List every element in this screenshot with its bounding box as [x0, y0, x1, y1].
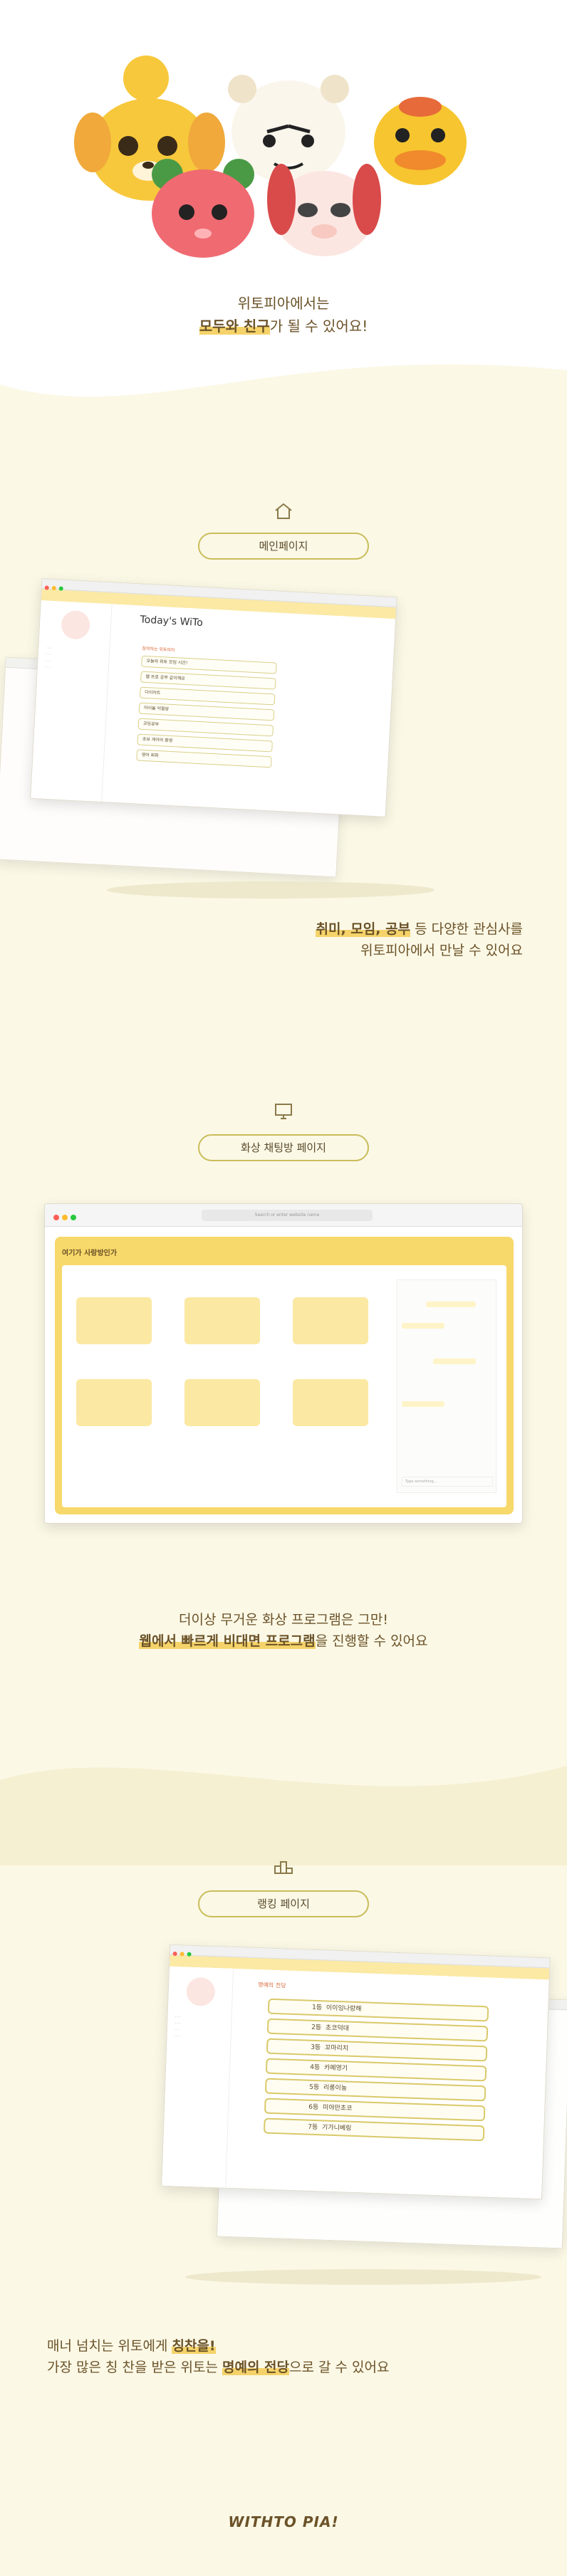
- video-chat-pill: 화상 채팅방 페이지: [198, 1134, 369, 1161]
- room-title: 여기가 사랑방인가: [62, 1250, 118, 1257]
- monitor-icon: [275, 1104, 292, 1119]
- video-tile: [184, 1297, 260, 1344]
- chat-message: [402, 1323, 444, 1329]
- video-caption-highlight: 웹에서 빠르게 비대면 프로그램: [139, 1633, 316, 1649]
- main-caption-line1: 취미, 모임, 공부 등 다양한 관심사를: [316, 918, 523, 940]
- video-tile: [293, 1379, 368, 1426]
- list-item[interactable]: 웹 프로 공부 같이해요: [140, 671, 276, 690]
- search-input[interactable]: Search or enter website name: [202, 1210, 373, 1221]
- list-item[interactable]: 오늘의 위토 모임 시간!: [141, 655, 277, 674]
- room-frame: 여기가 사랑방인가 Type something...: [55, 1237, 514, 1514]
- sidebar-item[interactable]: · · ·: [175, 2021, 231, 2028]
- ranking-caption-highlight: 칭찬을!: [172, 2338, 216, 2354]
- footer-logo: WITHTO PIA!: [228, 2513, 339, 2530]
- sidebar-item[interactable]: · · ·: [175, 2015, 231, 2021]
- ranking-caption-pre2: 가장 많은 칭 찬을 받은 위토는: [47, 2360, 222, 2375]
- video-tile: [293, 1297, 368, 1344]
- hero-line2: 모두와 친구가 될 수 있어요!: [0, 315, 567, 337]
- rank-name: 카페영기: [323, 2064, 348, 2073]
- rank-name: 이이잉나랑해: [326, 2004, 362, 2014]
- main-caption: 취미, 모임, 공부 등 다양한 관심사를 위토피아에서 만날 수 있어요: [316, 918, 523, 961]
- video-caption-line2: 웹에서 빠르게 비대면 프로그램을 진행할 수 있어요: [0, 1630, 567, 1652]
- chat-message: [402, 1401, 444, 1407]
- rank-number: 2등: [311, 2023, 322, 2032]
- rank-number: 7등: [308, 2123, 318, 2132]
- chat-panel: Type something...: [397, 1279, 496, 1493]
- window-controls[interactable]: [51, 1210, 76, 1223]
- ranking-browser: · · · · · · · · · · · · 명예의 전당 1등 이이잉나랑해…: [161, 1944, 551, 2200]
- chat-message: [426, 1302, 476, 1307]
- ranking-caption-pre: 매너 넘치는 위토에게: [47, 2338, 172, 2354]
- page-title: Today's WiTo: [140, 614, 204, 629]
- video-caption: 더이상 무거운 화상 프로그램은 그만! 웹에서 빠르게 비대면 프로그램을 진…: [0, 1609, 567, 1652]
- ranking-title: 명예의 전당: [258, 1981, 286, 1989]
- sidebar-item[interactable]: · · ·: [174, 2034, 230, 2041]
- list-item[interactable]: 다이어트: [139, 686, 276, 706]
- hero-wave-divider: [0, 364, 567, 441]
- hero-characters-illustration: [74, 56, 467, 258]
- ranking-caption: 매너 넘치는 위토에게 칭찬을! 가장 많은 칭 찬을 받은 위토는 명예의 전…: [47, 2335, 390, 2378]
- rank-number: 5등: [309, 2083, 320, 2092]
- main-caption-line2: 위토피아에서 만날 수 있어요: [360, 943, 523, 958]
- list-title: 참여하는 위토피아: [142, 646, 175, 654]
- chat-message: [433, 1358, 476, 1364]
- shadow-decoration: [185, 2269, 541, 2285]
- video-tile: [76, 1379, 152, 1426]
- video-tile: [76, 1297, 152, 1344]
- rank-name: 초코덕대: [325, 2024, 350, 2033]
- hero-tagline: 위토피아에서는 모두와 친구가 될 수 있어요!: [0, 292, 567, 337]
- ranking-sidebar: · · · · · · · · · · · ·: [162, 1966, 234, 2189]
- main-caption-highlight: 취미, 모임, 공부: [316, 921, 411, 937]
- sidebar-item[interactable]: · · ·: [175, 2028, 231, 2034]
- video-chat-browser: Search or enter website name 여기가 사랑방인가 T…: [44, 1203, 523, 1524]
- sidebar-item[interactable]: · · ·: [45, 666, 108, 674]
- hero-line1: 위토피아에서는: [237, 295, 330, 312]
- avatar: [60, 609, 90, 640]
- video-tile: [184, 1379, 260, 1426]
- avatar: [185, 1976, 215, 2007]
- ranking-caption-highlight2: 명예의 전당: [222, 2360, 290, 2375]
- rank-number: 4등: [310, 2063, 321, 2072]
- video-caption-rest: 을 진행할 수 있어요: [315, 1633, 428, 1649]
- hero-line2-rest: 가 될 수 있어요!: [269, 318, 368, 335]
- home-icon: [275, 503, 292, 519]
- rank-name: 미야만초코: [322, 2104, 353, 2112]
- rank-name: 기가니베링: [321, 2124, 352, 2132]
- ranking-wave-divider: [0, 1766, 567, 1865]
- rank-row[interactable]: 4등 카페영기: [265, 2058, 487, 2082]
- rank-name: 리롱이농: [323, 2084, 348, 2093]
- list-item[interactable]: 아이돌 덕질방: [138, 702, 275, 721]
- rank-row[interactable]: 6등 미야만초코: [264, 2098, 486, 2122]
- rank-name: 꼬마리치: [324, 2044, 349, 2053]
- rank-number: 6등: [308, 2103, 319, 2112]
- browser-toolbar: Search or enter website name: [45, 1204, 522, 1227]
- ranking-pill: 랭킹 페이지: [198, 1890, 369, 1917]
- main-page-pill: 메인페이지: [198, 533, 369, 560]
- yellow-duck-character: [374, 97, 467, 185]
- hero-line2-highlight: 모두와 친구: [199, 318, 270, 335]
- rank-number: 1등: [311, 2004, 323, 2012]
- ranking-caption-rest: 으로 갈 수 있어요: [289, 2360, 390, 2375]
- main-caption-rest: 등 다양한 관심사를: [410, 921, 523, 937]
- list-item[interactable]: 초보 게이머 환영: [137, 733, 273, 753]
- rank-row[interactable]: 2등 초코덕대: [266, 2018, 489, 2042]
- list-item[interactable]: 코딩공부: [137, 718, 274, 737]
- main-page-browser: · · · · · · · · · · · · Today's WiTo 참여하…: [30, 578, 397, 817]
- video-caption-line1: 더이상 무거운 화상 프로그램은 그만!: [179, 1612, 388, 1628]
- chat-input[interactable]: Type something...: [402, 1477, 493, 1487]
- rank-number: 3등: [310, 2043, 321, 2052]
- podium-icon: [274, 1861, 293, 1874]
- rank-row[interactable]: 3등 꼬마리치: [266, 2038, 488, 2062]
- rank-row[interactable]: 5등 리롱이농: [264, 2078, 487, 2102]
- ranking-caption-line1: 매너 넘치는 위토에게 칭찬을!: [47, 2335, 390, 2357]
- shadow-decoration: [107, 881, 435, 899]
- main-sidebar: · · · · · · · · · · · ·: [31, 600, 113, 803]
- room-content: Type something...: [62, 1265, 506, 1507]
- panda-character: [267, 164, 381, 256]
- list-item[interactable]: 영어 회화: [136, 749, 272, 768]
- rank-row[interactable]: 1등 이이잉나랑해: [267, 1998, 489, 2022]
- pink-bear-character: [152, 159, 254, 258]
- ranking-caption-line2: 가장 많은 칭 찬을 받은 위토는 명예의 전당으로 갈 수 있어요: [47, 2357, 390, 2378]
- rank-row[interactable]: 7등 기가니베링: [263, 2117, 485, 2142]
